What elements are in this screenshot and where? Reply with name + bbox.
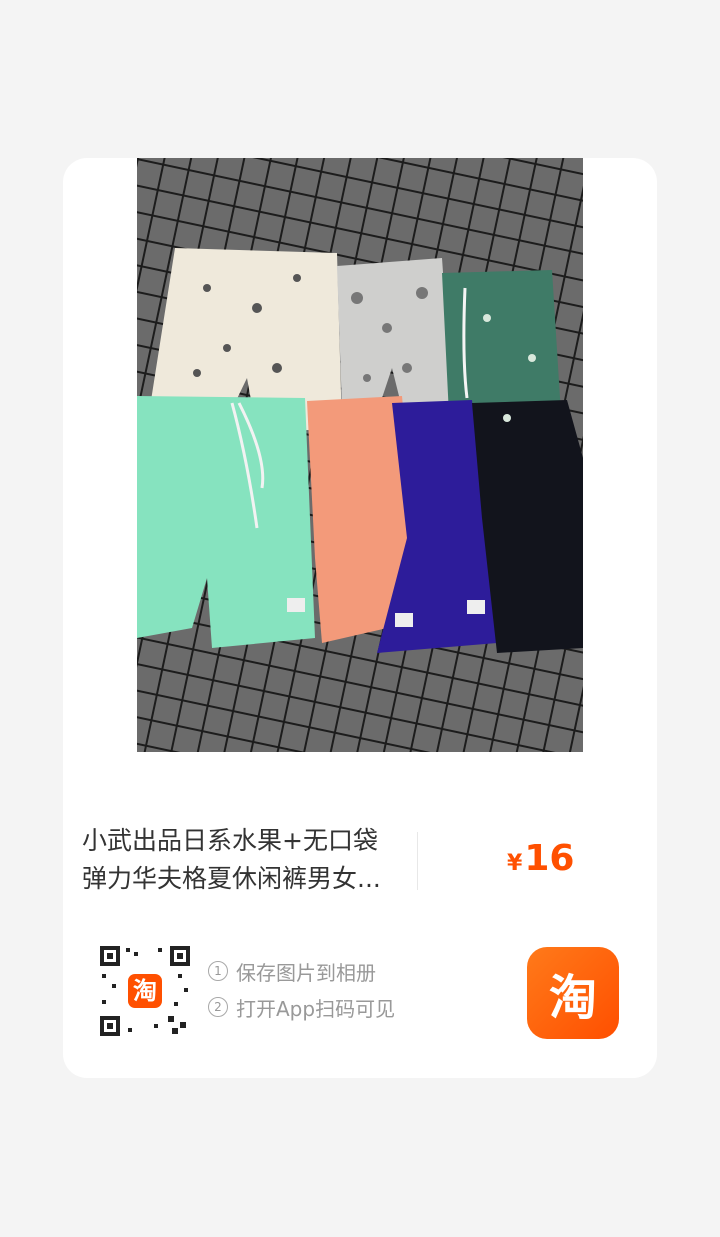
scan-instructions: 1 保存图片到相册 2 打开App扫码可见 <box>208 953 395 1025</box>
step-number-circle: 1 <box>208 961 228 981</box>
product-title-line2: 弹力华夫格夏休闲裤男女... <box>82 864 381 893</box>
step-text: 打开App扫码可见 <box>236 996 396 1021</box>
price: ¥ 16 <box>507 838 574 879</box>
product-image[interactable] <box>137 158 583 752</box>
step-text: 保存图片到相册 <box>236 960 376 985</box>
title-price-divider <box>417 832 418 890</box>
instruction-step: 1 保存图片到相册 <box>208 953 395 989</box>
price-currency-symbol: ¥ <box>507 851 523 876</box>
step-number-circle: 2 <box>208 997 228 1017</box>
instruction-step: 2 打开App扫码可见 <box>208 989 395 1025</box>
price-value: 16 <box>524 838 575 879</box>
qr-center-logo-glyph: 淘 <box>133 977 157 1005</box>
product-title-line1: 小武出品日系水果+无口袋 <box>82 826 378 855</box>
taobao-logo-icon: 淘 <box>527 947 619 1039</box>
taobao-logo-glyph: 淘 <box>548 970 597 1026</box>
share-card: 小武出品日系水果+无口袋 弹力华夫格夏休闲裤男女... ¥ 16 淘 1 保存图… <box>63 158 657 1078</box>
qr-code: 淘 <box>98 944 192 1038</box>
product-title[interactable]: 小武出品日系水果+无口袋 弹力华夫格夏休闲裤男女... <box>82 822 412 898</box>
